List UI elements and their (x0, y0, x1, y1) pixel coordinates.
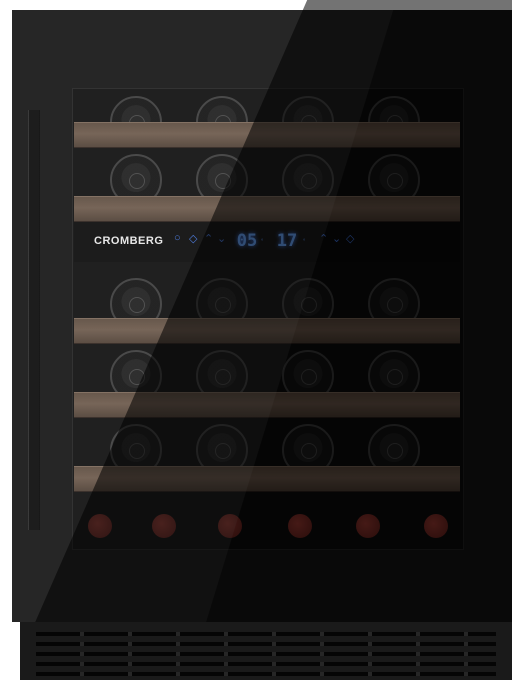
wooden-shelf (74, 196, 460, 222)
wooden-shelf (74, 122, 460, 148)
light-icon[interactable]: ◇ (189, 232, 197, 245)
chevron-down-icon[interactable]: ⌄ (332, 232, 341, 245)
lower-zone-temperature: 17 (276, 231, 298, 251)
control-panel: CROMBERG ○ ◇ ⌃ ⌄ 05 ° 17 ° ⌃ ⌄ ◇ (74, 222, 460, 262)
chevron-down-icon[interactable]: ⌄ (217, 232, 226, 245)
settings-icon[interactable]: ◇ (346, 232, 354, 245)
vent-slot (36, 642, 496, 646)
vent-slot (36, 662, 496, 666)
bottle-cork (152, 514, 176, 538)
bottle-cork (218, 514, 242, 538)
vent-slot (36, 632, 496, 636)
vent-slot (36, 652, 496, 656)
power-icon[interactable]: ○ (174, 232, 181, 244)
vent-slot (36, 672, 496, 676)
degree-indicator: ° (261, 239, 264, 245)
wooden-shelf (74, 392, 460, 418)
chevron-up-icon[interactable]: ⌃ (319, 232, 328, 245)
bottle-cork (356, 514, 380, 538)
brand-logo: CROMBERG (94, 235, 164, 247)
upper-zone-temperature: 05 (236, 231, 258, 251)
chevron-up-icon[interactable]: ⌃ (204, 232, 213, 245)
degree-indicator: ° (303, 239, 306, 245)
bottle-cork (424, 514, 448, 538)
wooden-shelf (74, 466, 460, 492)
bottle-cork (88, 514, 112, 538)
door-handle[interactable] (28, 110, 40, 530)
bottle-cork (288, 514, 312, 538)
wooden-shelf (74, 318, 460, 344)
